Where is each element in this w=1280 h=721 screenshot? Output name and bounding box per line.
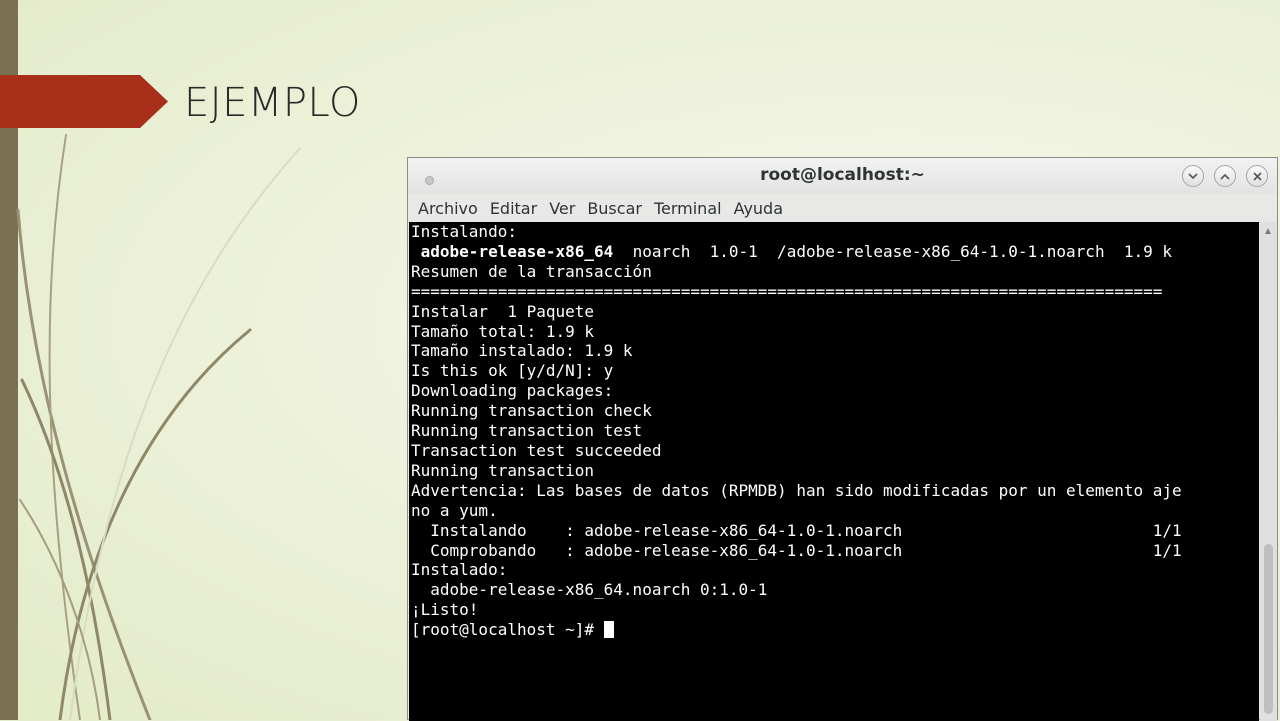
title-banner bbox=[0, 75, 168, 128]
terminal-line: Running transaction check bbox=[411, 401, 652, 421]
terminal-line: Resumen de la transacción bbox=[411, 261, 652, 281]
terminal-line: adobe-release-x86_64.noarch 0:1.0-1 bbox=[411, 580, 768, 600]
terminal-line: Instalar 1 Paquete bbox=[411, 301, 595, 321]
scrollbar-thumb[interactable] bbox=[1264, 544, 1273, 714]
menu-bar: Archivo Editar Ver Buscar Terminal Ayuda bbox=[408, 194, 1277, 222]
terminal-output[interactable]: Instalando: adobe-release-x86_64 noarch … bbox=[409, 222, 1259, 721]
terminal-line: no a yum. bbox=[411, 500, 498, 520]
terminal-line: Is this ok [y/d/N]: y bbox=[411, 361, 614, 381]
terminal-line: Tamaño instalado: 1.9 k bbox=[411, 341, 633, 361]
terminal-line: Instalado: bbox=[411, 560, 508, 580]
terminal-line: ¡Listo! bbox=[411, 600, 479, 620]
terminal-line: Running transaction bbox=[411, 460, 595, 480]
chevron-up-icon bbox=[1220, 173, 1230, 180]
menu-ver[interactable]: Ver bbox=[545, 199, 583, 218]
package-name: adobe-release-x86_64 bbox=[420, 241, 614, 261]
terminal-line: Instalando: bbox=[411, 222, 517, 241]
terminal-line: ========================================… bbox=[411, 281, 1163, 301]
minimize-button[interactable] bbox=[1182, 165, 1204, 187]
window-titlebar[interactable]: root@localhost:~ bbox=[408, 158, 1277, 194]
vertical-scrollbar[interactable]: ▲ bbox=[1260, 222, 1277, 721]
terminal-line: Instalando : adobe-release-x86_64-1.0-1.… bbox=[411, 520, 1182, 540]
chevron-down-icon bbox=[1188, 172, 1198, 179]
close-icon bbox=[1252, 171, 1262, 181]
menu-buscar[interactable]: Buscar bbox=[583, 199, 650, 218]
terminal-line: Downloading packages: bbox=[411, 381, 614, 401]
terminal-prompt-line[interactable]: [root@localhost ~]# bbox=[409, 620, 1259, 640]
terminal-line: Comprobando : adobe-release-x86_64-1.0-1… bbox=[411, 540, 1182, 560]
menu-ayuda[interactable]: Ayuda bbox=[730, 199, 791, 218]
package-details: noarch 1.0-1 /adobe-release-x86_64-1.0-1… bbox=[613, 241, 1172, 261]
slide-title: EJEMPLO bbox=[184, 80, 361, 126]
window-title: root@localhost:~ bbox=[760, 165, 925, 185]
terminal-line: Transaction test succeeded bbox=[411, 440, 662, 460]
menu-archivo[interactable]: Archivo bbox=[414, 199, 486, 218]
shell-prompt: [root@localhost ~]# bbox=[411, 620, 604, 640]
menu-editar[interactable]: Editar bbox=[486, 199, 545, 218]
close-button[interactable] bbox=[1246, 165, 1268, 187]
scroll-up-arrow-icon[interactable]: ▲ bbox=[1263, 226, 1273, 237]
terminal-line-package: adobe-release-x86_64 noarch 1.0-1 /adobe… bbox=[409, 242, 1259, 262]
maximize-button[interactable] bbox=[1214, 165, 1236, 187]
terminal-line: Advertencia: Las bases de datos (RPMDB) … bbox=[411, 480, 1182, 500]
text-cursor bbox=[603, 621, 614, 639]
terminal-window[interactable]: root@localhost:~ Archivo Editar Ver Busc… bbox=[407, 157, 1278, 721]
terminal-line: Running transaction test bbox=[411, 421, 643, 441]
menu-terminal[interactable]: Terminal bbox=[650, 199, 730, 218]
terminal-line: Tamaño total: 1.9 k bbox=[411, 321, 595, 341]
